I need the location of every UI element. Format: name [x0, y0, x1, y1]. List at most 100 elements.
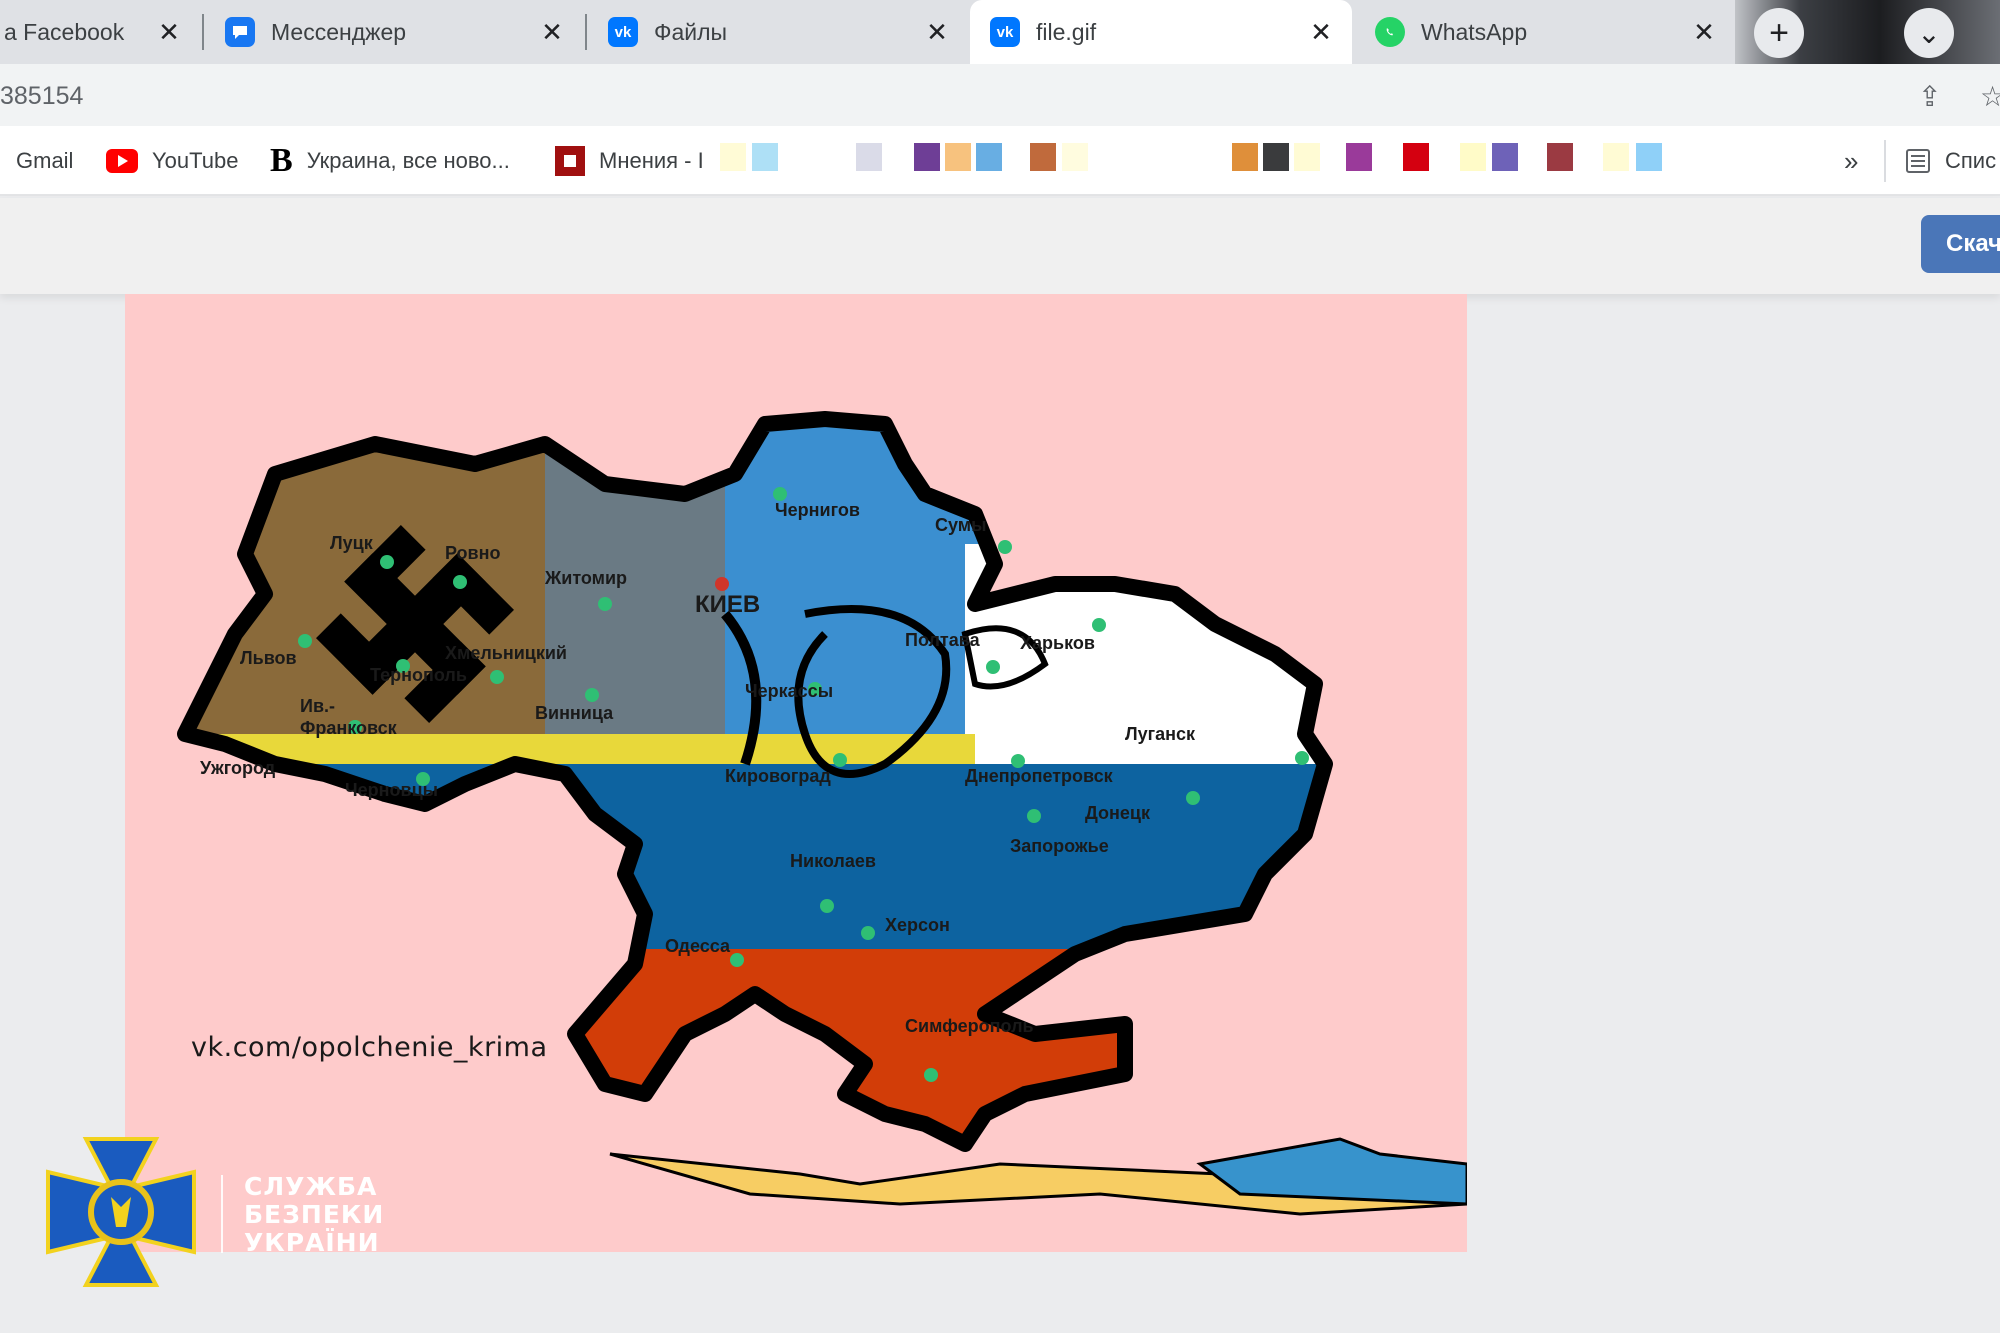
- bookmark-favicon[interactable]: [1346, 143, 1372, 171]
- share-icon[interactable]: ⇪: [1918, 80, 1941, 113]
- bookmark-favicon[interactable]: [1030, 143, 1056, 171]
- city-label: Ровно: [445, 543, 501, 563]
- city-label: Хмельницкий: [445, 643, 567, 663]
- bookmarks-overflow-button[interactable]: »: [1844, 144, 1858, 178]
- close-icon[interactable]: ✕: [152, 17, 186, 48]
- bookmark-favicon[interactable]: [1636, 143, 1662, 171]
- delfi-icon: [555, 146, 585, 176]
- distorted-map-strip: [609, 1137, 1467, 1216]
- city-label: Франковск: [300, 718, 398, 738]
- plus-icon: +: [1769, 13, 1789, 52]
- bookmark-favicon[interactable]: [856, 143, 882, 171]
- tab-facebook[interactable]: a Facebook ✕: [0, 0, 200, 64]
- city-dot: [773, 487, 787, 501]
- sbu-emblem-icon: [46, 1137, 196, 1287]
- city-label: Полтава: [905, 630, 981, 650]
- city-label: Николаев: [790, 851, 876, 871]
- bookmark-favicon[interactable]: [1492, 143, 1518, 171]
- city-dot: [490, 670, 504, 684]
- reading-list-button[interactable]: Спис: [1905, 144, 1996, 178]
- city-dot: [730, 953, 744, 967]
- tab-title: a Facebook: [4, 18, 125, 45]
- city-label: Запорожье: [1010, 836, 1109, 856]
- bookmark-favicon[interactable]: [914, 143, 940, 171]
- bookmark-favicon[interactable]: [1294, 143, 1320, 171]
- close-icon[interactable]: ✕: [920, 17, 954, 48]
- bookmarks-bar: Gmail YouTube B Украина, все ново... Мне…: [0, 126, 2000, 196]
- vk-icon: vk: [608, 17, 638, 47]
- gif-image: Луцк Ровно Житомир КИЕВ Чернигов Сумы Львов Тер…: [125, 294, 1467, 1252]
- bookmark-delfi[interactable]: Мнения - I: [555, 144, 704, 178]
- city-label: Луцк: [330, 533, 374, 553]
- city-dot: [715, 577, 729, 591]
- tab-title: file.gif: [1036, 18, 1097, 45]
- city-label: Тернополь: [370, 665, 467, 685]
- divider: [1884, 140, 1886, 182]
- tab-separator: [202, 14, 204, 50]
- page-header: Скач: [0, 198, 2000, 294]
- star-icon[interactable]: ☆: [1980, 80, 2000, 113]
- city-dot: [380, 555, 394, 569]
- bookmark-youtube[interactable]: YouTube: [106, 144, 238, 178]
- tab-messenger[interactable]: Мессенджер ✕: [205, 0, 583, 64]
- city-dot: [998, 540, 1012, 554]
- city-dot: [820, 899, 834, 913]
- city-label: Сумы: [935, 515, 986, 535]
- bookmark-favicon[interactable]: [720, 143, 746, 171]
- city-label: Луганск: [1125, 724, 1196, 744]
- city-label: Херсон: [885, 915, 950, 935]
- new-tab-button[interactable]: +: [1754, 8, 1804, 58]
- city-label: Житомир: [544, 568, 627, 588]
- city-dot: [986, 660, 1000, 674]
- tab-whatsapp[interactable]: WhatsApp ✕: [1355, 0, 1735, 64]
- watermark-text: vk.com/opolchenie_krima: [191, 1032, 548, 1063]
- city-label: Черновцы: [345, 780, 438, 800]
- bookmark-favicon[interactable]: [1232, 143, 1258, 171]
- bookmark-favicon[interactable]: [1062, 143, 1088, 171]
- logo-line: БЕЗПЕКИ: [244, 1200, 385, 1229]
- bookmark-favicon[interactable]: [1547, 143, 1573, 171]
- city-label: Чернигов: [775, 500, 860, 520]
- city-label: Днепропетровск: [965, 766, 1114, 786]
- close-icon[interactable]: ✕: [1687, 17, 1721, 48]
- city-label: Харьков: [1020, 633, 1095, 653]
- bookmark-favicon[interactable]: [976, 143, 1002, 171]
- city-dot: [298, 634, 312, 648]
- close-icon[interactable]: ✕: [535, 17, 569, 48]
- city-dot: [453, 575, 467, 589]
- bookmark-favicon[interactable]: [945, 143, 971, 171]
- city-label: Симферополь: [905, 1016, 1034, 1036]
- bookmark-label: Мнения - I: [599, 148, 704, 173]
- bookmark-label: Украина, все ново...: [306, 148, 510, 173]
- tab-file-gif[interactable]: vk file.gif ✕: [970, 0, 1352, 64]
- logo-divider: [221, 1175, 223, 1253]
- youtube-icon: [106, 149, 138, 173]
- close-icon[interactable]: ✕: [1304, 17, 1338, 48]
- city-label: Донецк: [1085, 803, 1151, 823]
- address-bar[interactable]: 385154: [0, 82, 83, 111]
- city-label: Черкассы: [745, 681, 833, 701]
- bookmark-favicon[interactable]: [752, 143, 778, 171]
- city-dot: [924, 1068, 938, 1082]
- messenger-icon: [225, 17, 255, 47]
- tab-search-button[interactable]: ⌄: [1904, 8, 1954, 58]
- city-label: КИЕВ: [695, 591, 760, 618]
- city-label: Ужгород: [200, 758, 276, 778]
- tab-files[interactable]: vk Файлы ✕: [588, 0, 968, 64]
- download-button[interactable]: Скач: [1921, 215, 2000, 273]
- bookmark-favicon[interactable]: [1603, 143, 1629, 171]
- tab-strip: a Facebook ✕ Мессенджер ✕ vk Файлы ✕ vk …: [0, 0, 2000, 64]
- city-label: Кировоград: [725, 766, 831, 786]
- bookmark-favicon[interactable]: [1460, 143, 1486, 171]
- bookmark-favicon[interactable]: [1403, 143, 1429, 171]
- double-chevron-icon: »: [1844, 145, 1859, 176]
- bookmark-vesti[interactable]: B Украина, все ново...: [270, 142, 510, 179]
- bookmark-favicon[interactable]: [1263, 143, 1289, 171]
- city-dot: [1186, 791, 1200, 805]
- toolbar: 385154 ⇪ ☆: [0, 64, 2000, 126]
- city-dot: [833, 753, 847, 767]
- vk-icon: vk: [990, 17, 1020, 47]
- bookmark-gmail[interactable]: Gmail: [16, 144, 73, 178]
- city-dot: [861, 926, 875, 940]
- city-dot: [1027, 809, 1041, 823]
